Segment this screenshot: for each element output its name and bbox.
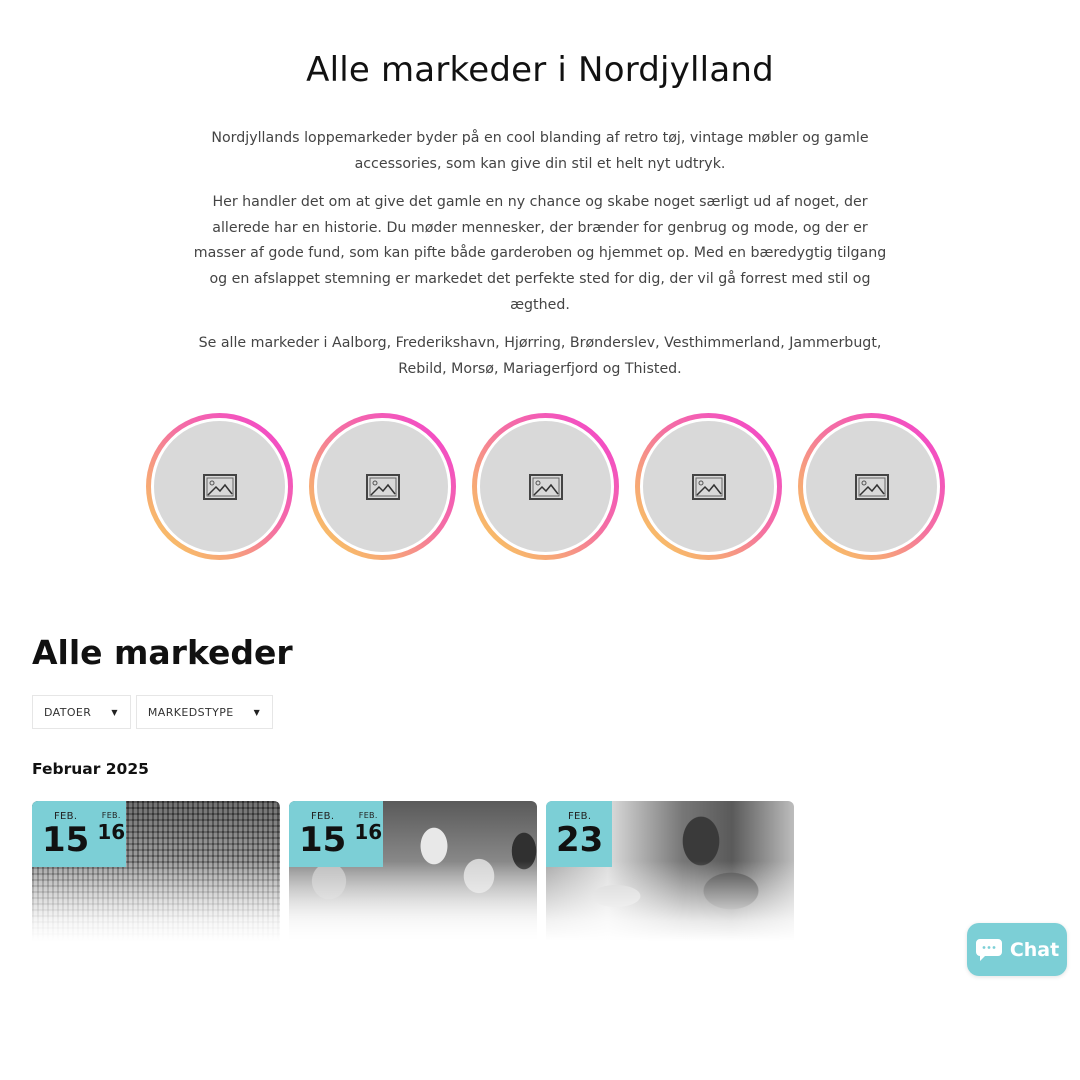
end-day: 16 bbox=[354, 820, 383, 844]
section-title: Alle markeder bbox=[32, 633, 293, 672]
event-card[interactable]: FEB. 15 FEB. 16 bbox=[289, 801, 537, 941]
filter-dates-dropdown[interactable]: DATOER ▼ bbox=[32, 695, 131, 729]
date-badge: FEB. 23 bbox=[546, 801, 612, 867]
image-placeholder-icon bbox=[528, 473, 563, 500]
filter-label: MARKEDSTYPE bbox=[147, 705, 234, 719]
filter-bar: DATOER ▼ MARKEDSTYPE ▼ bbox=[32, 695, 274, 729]
category-circles bbox=[146, 413, 946, 561]
event-card[interactable]: FEB. 15 FEB. 16 bbox=[32, 801, 280, 941]
date-badge: FEB. 15 FEB. 16 bbox=[289, 801, 383, 867]
filter-label: DATOER bbox=[44, 705, 92, 719]
category-circle[interactable] bbox=[309, 413, 456, 560]
end-day: 16 bbox=[97, 820, 126, 844]
start-day: 15 bbox=[42, 820, 90, 860]
event-card[interactable]: FEB. 23 bbox=[546, 801, 794, 941]
caret-down-icon: ▼ bbox=[111, 707, 118, 717]
image-placeholder-icon bbox=[202, 473, 237, 500]
chat-label: Chat bbox=[1009, 938, 1060, 961]
start-day: 15 bbox=[299, 820, 347, 860]
intro-text: Nordjyllands loppemarkeder byder på en c… bbox=[190, 126, 890, 395]
image-placeholder-icon bbox=[365, 473, 400, 500]
page-title: Alle markeder i Nordjylland bbox=[306, 50, 774, 90]
image-placeholder-icon bbox=[691, 473, 726, 500]
category-circle[interactable] bbox=[635, 413, 782, 560]
start-day: 23 bbox=[556, 820, 604, 860]
filter-market-type-dropdown[interactable]: MARKEDSTYPE ▼ bbox=[135, 695, 274, 729]
image-placeholder-icon bbox=[854, 473, 889, 500]
category-circle[interactable] bbox=[798, 413, 945, 560]
date-badge: FEB. 15 FEB. 16 bbox=[32, 801, 126, 867]
caret-down-icon: ▼ bbox=[253, 707, 261, 717]
chat-button[interactable]: Chat bbox=[967, 923, 1067, 976]
event-cards: FEB. 15 FEB. 16 FEB. 15 FEB. 16 FEB. 23 bbox=[32, 801, 794, 941]
intro-paragraph: Nordjyllands loppemarkeder byder på en c… bbox=[211, 130, 869, 172]
chat-bubble-icon bbox=[975, 938, 1002, 961]
intro-paragraph: Her handler det om at give det gamle en … bbox=[193, 194, 887, 313]
category-circle[interactable] bbox=[472, 413, 619, 560]
category-circle[interactable] bbox=[146, 413, 293, 560]
intro-paragraph: Se alle markeder i Aalborg, Frederikshav… bbox=[198, 335, 882, 377]
month-heading: Februar 2025 bbox=[32, 760, 149, 778]
